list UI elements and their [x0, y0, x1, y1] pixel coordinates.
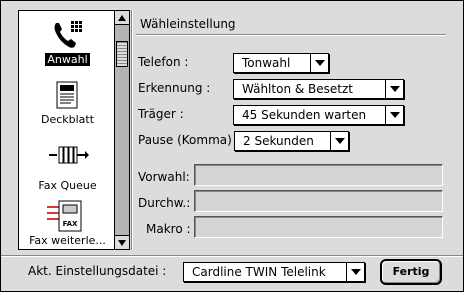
- sidebar-item-label: Anwahl: [45, 53, 90, 66]
- sidebar-item-label: Fax Queue: [38, 179, 97, 192]
- document-icon: [19, 79, 114, 109]
- fertig-button[interactable]: Fertig: [380, 259, 442, 285]
- sidebar-item-deckblatt[interactable]: Deckblatt: [19, 79, 114, 126]
- sidebar-scrollbar[interactable]: [115, 10, 130, 250]
- durchw-field[interactable]: [194, 190, 443, 212]
- popup-arrow-icon: [310, 54, 328, 72]
- sidebar-item-fax-queue[interactable]: Fax Queue: [19, 139, 114, 192]
- pause-label: Pause (Komma): [138, 133, 232, 147]
- traeger-label: Träger :: [138, 107, 184, 121]
- pause-popup[interactable]: 2 Sekunden: [234, 131, 349, 151]
- traeger-popup[interactable]: 45 Sekunden warten: [233, 105, 404, 125]
- settings-file-label: Akt. Einstellungsdatei :: [28, 264, 167, 278]
- svg-text:FAX: FAX: [63, 220, 78, 228]
- vorwahl-label: Vorwahl:: [138, 170, 190, 184]
- popup-arrow-icon: [346, 263, 364, 281]
- settings-file-value: Cardline TWIN Telelink: [192, 265, 326, 279]
- fax-forward-icon: FAX: [19, 199, 114, 232]
- sidebar-item-fax-weiterleiten[interactable]: FAX Fax weiterle...: [19, 199, 114, 247]
- vorwahl-field[interactable]: [194, 164, 443, 186]
- makro-field[interactable]: [194, 216, 443, 238]
- pause-value: 2 Sekunden: [243, 134, 314, 148]
- erkennung-popup[interactable]: Wählton & Besetzt: [233, 79, 404, 99]
- panel-title: Wähleinstellung: [140, 17, 236, 31]
- scroll-down-arrow-icon[interactable]: [115, 235, 129, 249]
- panel-divider: [131, 10, 133, 250]
- telefon-label: Telefon :: [138, 55, 189, 69]
- makro-label: Makro :: [146, 222, 191, 236]
- popup-arrow-icon: [385, 80, 403, 98]
- footer-divider: [1, 255, 463, 257]
- erkennung-value: Wählton & Besetzt: [242, 82, 353, 96]
- settings-file-popup[interactable]: Cardline TWIN Telelink: [183, 262, 365, 282]
- traeger-value: 45 Sekunden warten: [242, 108, 367, 122]
- sidebar-item-label: Deckblatt: [40, 113, 95, 126]
- scroll-thumb[interactable]: [116, 41, 128, 67]
- popup-arrow-icon: [330, 132, 348, 150]
- telephone-icon: [19, 17, 114, 48]
- erkennung-label: Erkennung :: [138, 81, 211, 95]
- durchw-label: Durchw.:: [138, 196, 191, 210]
- telefon-popup[interactable]: Tonwahl: [233, 53, 329, 73]
- fax-queue-icon: [19, 139, 114, 169]
- popup-arrow-icon: [385, 106, 403, 124]
- category-list[interactable]: Anwahl Deckblatt Fax Queue FAX Fax weite…: [18, 10, 115, 250]
- title-divider: [136, 34, 446, 36]
- fax-settings-window: Anwahl Deckblatt Fax Queue FAX Fax weite…: [0, 0, 464, 292]
- sidebar-item-label: Fax weiterle...: [29, 234, 106, 247]
- sidebar-item-anwahl[interactable]: Anwahl: [19, 17, 114, 66]
- telefon-value: Tonwahl: [242, 56, 291, 70]
- scroll-up-arrow-icon[interactable]: [115, 11, 129, 25]
